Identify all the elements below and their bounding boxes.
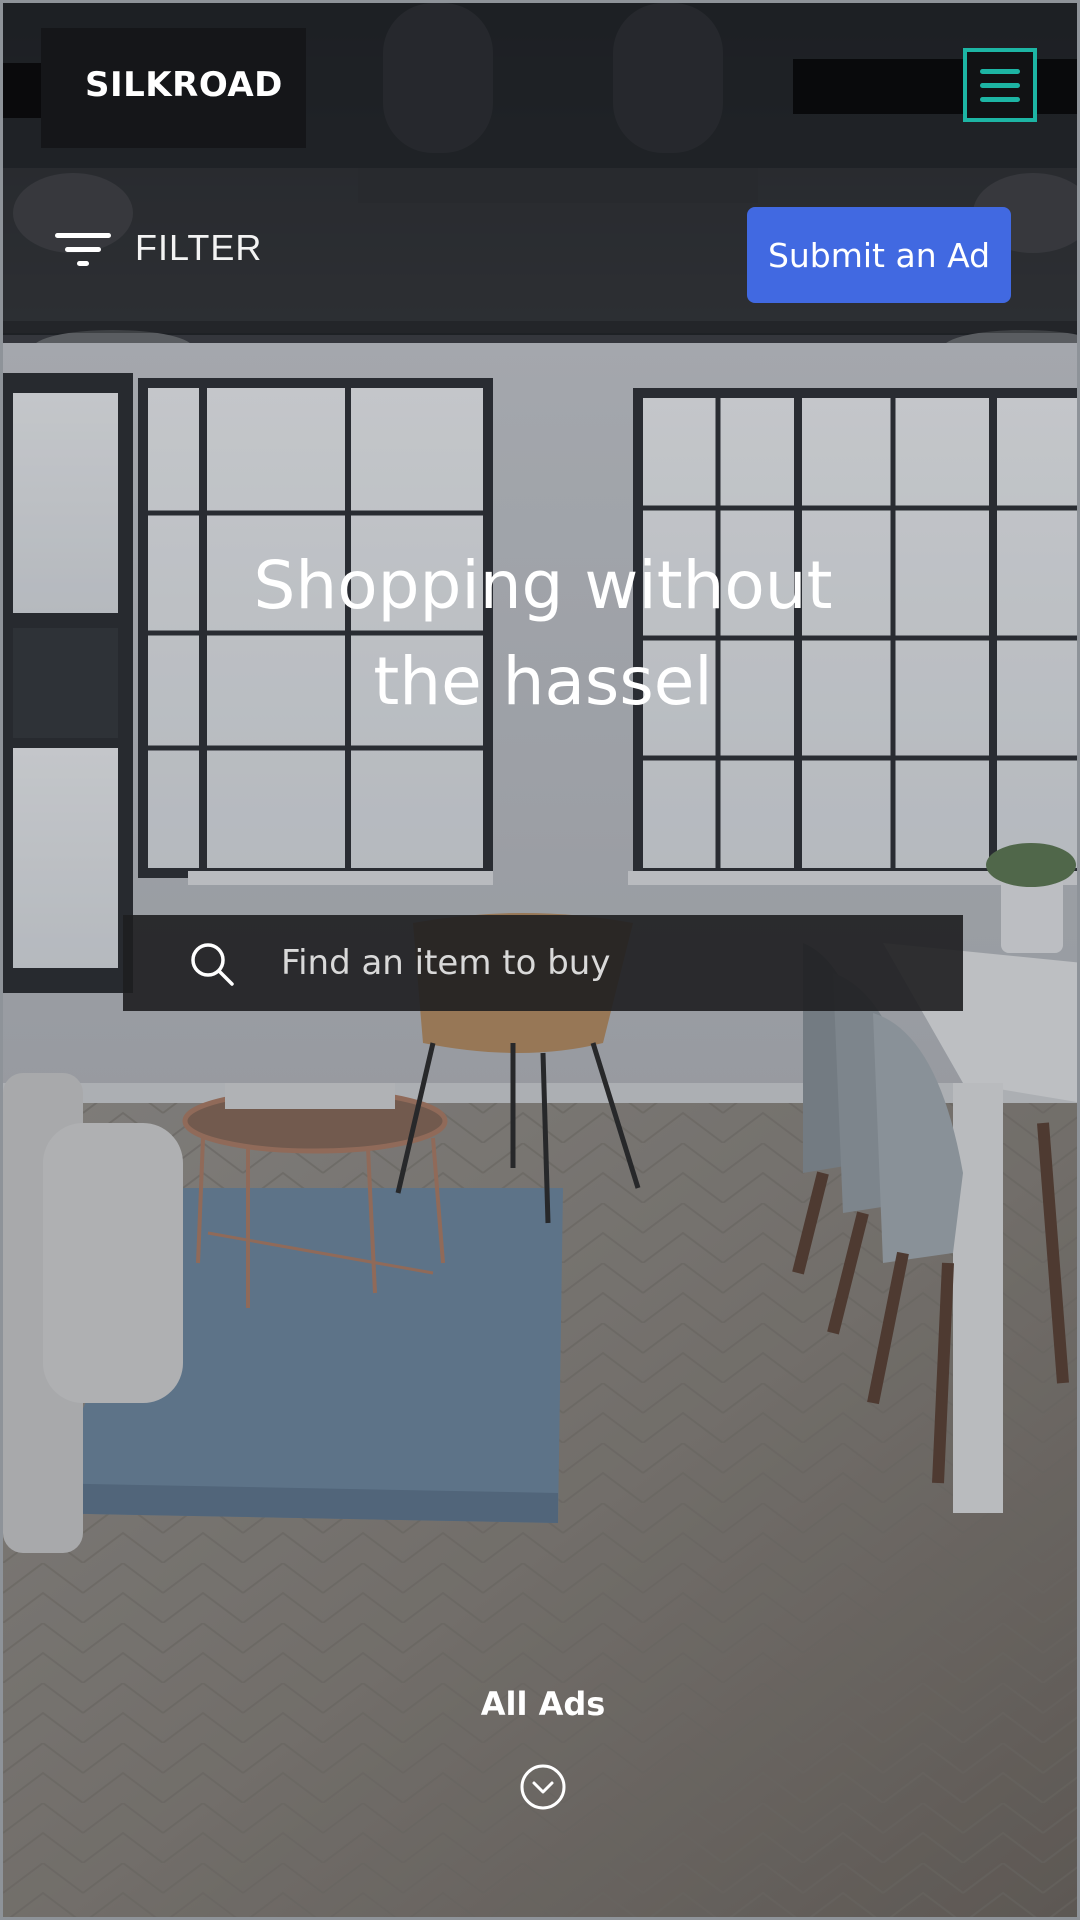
submit-ad-button[interactable]: Submit an Ad: [747, 207, 1011, 303]
hero-title-line-1: Shopping without: [253, 547, 833, 624]
hero-title-line-2: the hassel: [373, 643, 713, 720]
search-bar[interactable]: [123, 915, 963, 1011]
filter-button[interactable]: FILTER: [55, 225, 262, 271]
filter-label: FILTER: [135, 227, 263, 268]
hamburger-menu-icon-bar: [980, 96, 1020, 102]
brand-logo[interactable]: SILKROAD: [85, 65, 283, 105]
hero-title: Shopping without the hassel: [143, 538, 943, 730]
search-icon[interactable]: [189, 941, 235, 987]
hamburger-menu-icon-bar: [980, 82, 1020, 88]
hamburger-menu-icon: [980, 68, 1020, 74]
navbar-shade-left: [3, 63, 41, 118]
hamburger-menu-button[interactable]: [963, 48, 1037, 122]
search-input[interactable]: [281, 915, 941, 1011]
all-ads-label[interactable]: All Ads: [343, 1685, 743, 1723]
filter-lines-icon: [55, 225, 113, 271]
app-frame: SILKROAD FILTER Submit an Ad Shopping wi…: [0, 0, 1080, 1920]
chevron-down-circle-icon[interactable]: [519, 1763, 567, 1811]
